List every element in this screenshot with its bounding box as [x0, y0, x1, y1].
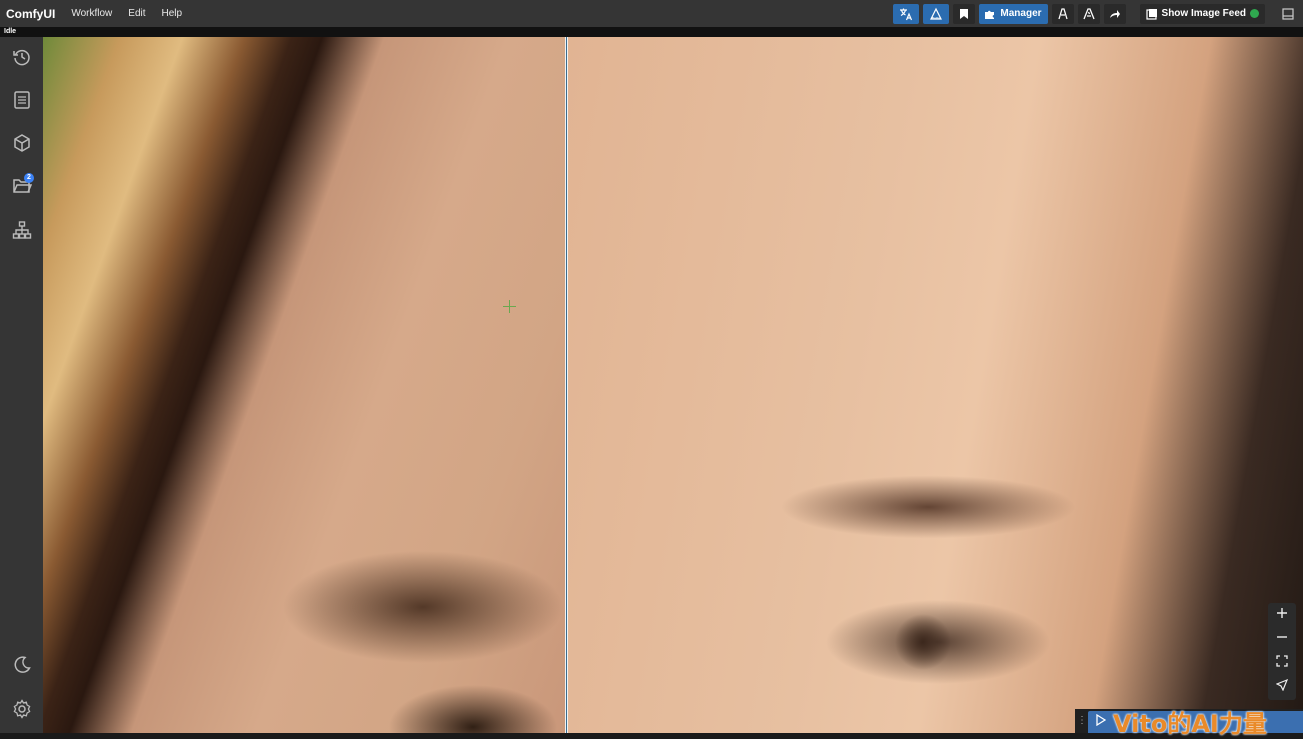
moon-icon	[12, 655, 32, 680]
drag-handle-icon[interactable]: ⋮	[1077, 715, 1087, 726]
crosshair-cursor-icon	[503, 300, 516, 313]
sidebar: 2	[0, 37, 43, 733]
panel-toggle-icon	[1282, 7, 1294, 20]
zoom-in-icon	[1276, 606, 1288, 624]
queue-list-icon	[13, 90, 31, 115]
zoom-in-button[interactable]	[1268, 603, 1296, 627]
sidebar-item-node-library[interactable]	[11, 220, 33, 245]
triangle-ruler-icon	[929, 7, 943, 21]
settings-gear-icon	[12, 698, 32, 724]
watermark-text: Vito的AI力量	[1113, 710, 1267, 738]
menu-workflow[interactable]: Workflow	[63, 8, 120, 19]
zoom-controls	[1268, 603, 1296, 700]
model-library-icon	[12, 133, 32, 158]
workflows-count-badge: 2	[24, 173, 34, 183]
zoom-out-button[interactable]	[1268, 627, 1296, 651]
graph-canvas[interactable]	[43, 37, 1303, 733]
sidebar-item-models[interactable]	[11, 133, 33, 158]
puzzle-icon	[984, 8, 996, 20]
locate-icon	[1275, 678, 1289, 696]
sidebar-item-queue[interactable]	[11, 90, 33, 115]
locate-button[interactable]	[1268, 675, 1296, 699]
feed-status-icon	[1250, 9, 1259, 18]
show-image-feed-button[interactable]: Show Image Feed	[1139, 3, 1265, 24]
translate-icon	[899, 7, 913, 21]
menu-help[interactable]: Help	[154, 8, 191, 19]
comfy-lab-icon	[1056, 7, 1070, 21]
toolbar-actions: Manager Show Image Feed	[893, 0, 1303, 27]
manager-button[interactable]: Manager	[979, 3, 1048, 24]
sidebar-item-workflows[interactable]: 2	[11, 173, 34, 199]
share-arrow-icon	[1109, 8, 1121, 20]
status-text: Idle	[4, 28, 17, 35]
bookmark-button[interactable]	[953, 3, 976, 24]
manager-label: Manager	[1000, 8, 1042, 19]
toggle-panel-button[interactable]	[1277, 4, 1299, 24]
sidebar-item-history[interactable]	[11, 48, 33, 70]
translate-button[interactable]	[893, 3, 920, 24]
fit-view-icon	[1276, 654, 1288, 672]
top-menu-bar: ComfyUI Workflow Edit Help Manager Show …	[0, 0, 1303, 27]
node-library-icon	[12, 220, 32, 245]
comfy-share-button[interactable]	[1077, 3, 1100, 24]
queue-action-bar: ⋮ Vito的AI力量	[1075, 709, 1303, 738]
image-feed-label: Show Image Feed	[1161, 8, 1246, 19]
history-icon	[12, 47, 32, 72]
comparison-slider-handle[interactable]	[565, 37, 568, 733]
model-manager-button[interactable]	[923, 3, 950, 24]
sidebar-item-theme[interactable]	[11, 655, 33, 680]
comparison-image-after	[568, 37, 1303, 733]
share-button[interactable]	[1103, 3, 1126, 24]
comfy-lab-button[interactable]	[1051, 3, 1074, 24]
comparison-image-before	[43, 37, 566, 733]
status-strip: Idle	[0, 27, 1303, 37]
play-icon	[1096, 713, 1107, 731]
image-feed-icon	[1145, 8, 1158, 20]
zoom-out-icon	[1276, 630, 1288, 648]
menu-edit[interactable]: Edit	[120, 8, 153, 19]
bookmark-icon	[959, 8, 969, 20]
sidebar-item-settings[interactable]	[11, 698, 33, 724]
fit-view-button[interactable]	[1268, 651, 1296, 675]
comfy-share-icon	[1082, 7, 1096, 21]
app-logo[interactable]: ComfyUI	[0, 7, 63, 21]
